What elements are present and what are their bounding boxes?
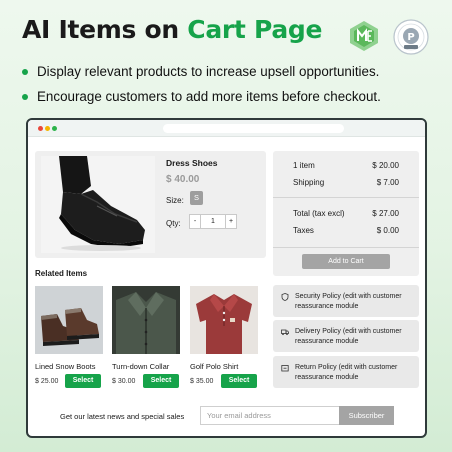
newsletter-label: Get our latest news and special sales bbox=[60, 412, 185, 421]
qty-value[interactable]: 1 bbox=[201, 215, 225, 228]
address-bar[interactable] bbox=[163, 124, 344, 133]
related-items-title: Related Items bbox=[35, 269, 88, 278]
reassurance-text: Delivery Policy (edit with customer reas… bbox=[295, 328, 402, 345]
related-item-name[interactable]: Lined Snow Boots bbox=[35, 362, 95, 371]
summary-value: $ 0.00 bbox=[376, 226, 399, 235]
related-item-image[interactable] bbox=[190, 286, 258, 354]
reassurance-block: Delivery Policy (edit with customer reas… bbox=[273, 320, 419, 352]
summary-label: Taxes bbox=[293, 226, 314, 235]
related-item-price: $ 30.00 bbox=[112, 378, 136, 385]
dress-shoe-icon bbox=[41, 156, 155, 253]
quantity-stepper: - 1 + bbox=[189, 214, 237, 229]
related-item-image[interactable] bbox=[112, 286, 180, 354]
summary-row: Shipping $ 7.00 bbox=[293, 178, 399, 187]
minimize-dot-icon[interactable] bbox=[45, 126, 50, 131]
cart-summary: 1 item $ 20.00 Shipping $ 7.00 Total (ta… bbox=[273, 151, 419, 276]
return-icon bbox=[281, 365, 289, 372]
bullet-text: Display relevant products to increase up… bbox=[37, 64, 380, 79]
maximize-dot-icon[interactable] bbox=[52, 126, 57, 131]
page-title: AI Items on Cart Page bbox=[22, 15, 322, 44]
bullet-text: Encourage customers to add more items be… bbox=[37, 89, 381, 104]
summary-row: Total (tax excl) $ 27.00 bbox=[293, 209, 399, 218]
product-price: $ 40.00 bbox=[166, 174, 200, 185]
size-label: Size: bbox=[166, 196, 184, 205]
browser-titlebar bbox=[28, 120, 425, 137]
add-to-cart-button[interactable]: Add to Cart bbox=[302, 254, 390, 269]
related-item-image[interactable] bbox=[35, 286, 103, 354]
svg-text:P: P bbox=[407, 32, 414, 43]
cart-product-card: Dress Shoes $ 40.00 Size: S Qty: - 1 + bbox=[35, 151, 266, 258]
summary-divider bbox=[273, 197, 419, 198]
turn-down-collar-shirt-icon bbox=[112, 286, 180, 354]
me-logo-icon bbox=[350, 21, 378, 51]
bullet-dot-icon bbox=[22, 68, 28, 75]
summary-divider bbox=[273, 247, 419, 248]
subscribe-button[interactable]: Subscriber bbox=[339, 406, 394, 425]
related-item-name[interactable]: Turn-down Collar bbox=[112, 362, 169, 371]
summary-value: $ 27.00 bbox=[372, 209, 399, 218]
related-item-price: $ 35.00 bbox=[190, 378, 214, 385]
product-name: Dress Shoes bbox=[166, 158, 218, 168]
snow-boots-icon bbox=[35, 286, 103, 354]
prestashop-partner-badge-icon: P bbox=[393, 19, 429, 55]
truck-icon bbox=[281, 329, 289, 336]
select-button[interactable]: Select bbox=[221, 374, 257, 388]
bullet-dot-icon bbox=[22, 93, 28, 100]
summary-value: $ 7.00 bbox=[376, 178, 399, 187]
related-item-name[interactable]: Golf Polo Shirt bbox=[190, 362, 238, 371]
summary-label: 1 item bbox=[293, 161, 315, 170]
email-field[interactable]: Your email address bbox=[200, 406, 340, 425]
qty-label: Qty: bbox=[166, 219, 181, 228]
product-image[interactable] bbox=[41, 156, 155, 253]
reassurance-text: Security Policy (edit with customer reas… bbox=[295, 293, 402, 310]
reassurance-text: Return Policy (edit with customer reassu… bbox=[295, 364, 398, 381]
summary-row: Taxes $ 0.00 bbox=[293, 226, 399, 235]
select-button[interactable]: Select bbox=[65, 374, 101, 388]
size-option-button[interactable]: S bbox=[190, 191, 203, 205]
browser-window: Dress Shoes $ 40.00 Size: S Qty: - 1 + 1… bbox=[26, 118, 427, 438]
close-dot-icon[interactable] bbox=[38, 126, 43, 131]
select-button[interactable]: Select bbox=[143, 374, 179, 388]
bullet-item: Encourage customers to add more items be… bbox=[22, 89, 381, 104]
summary-label: Total (tax excl) bbox=[293, 209, 345, 218]
qty-increment-button[interactable]: + bbox=[225, 215, 236, 228]
summary-label: Shipping bbox=[293, 178, 325, 187]
shield-icon bbox=[281, 293, 289, 301]
qty-decrement-button[interactable]: - bbox=[190, 215, 201, 228]
golf-polo-shirt-icon bbox=[190, 286, 258, 354]
bullet-item: Display relevant products to increase up… bbox=[22, 64, 379, 79]
reassurance-block: Security Policy (edit with customer reas… bbox=[273, 285, 419, 317]
summary-value: $ 20.00 bbox=[372, 161, 399, 170]
page-title-accent: Cart Page bbox=[187, 15, 323, 44]
reassurance-block: Return Policy (edit with customer reassu… bbox=[273, 356, 419, 388]
page-title-main: AI Items on bbox=[22, 15, 179, 44]
summary-row: 1 item $ 20.00 bbox=[293, 161, 399, 170]
related-item-price: $ 25.00 bbox=[35, 378, 59, 385]
